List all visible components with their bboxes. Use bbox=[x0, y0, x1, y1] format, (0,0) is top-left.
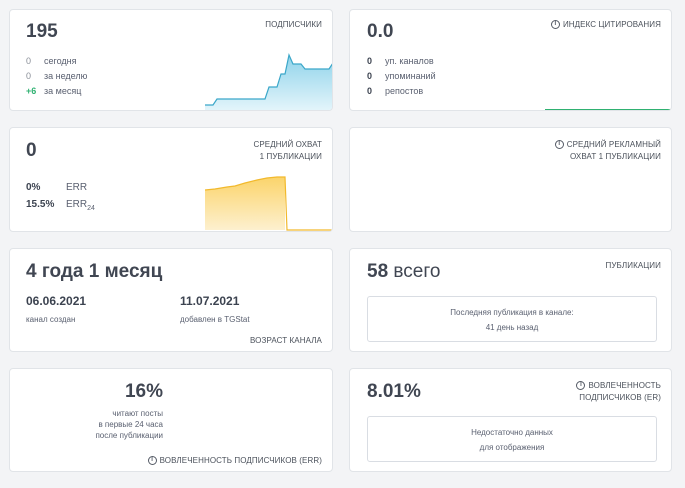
ad-reach-tag-line2: ОХВАТ 1 ПУБЛИКАЦИИ bbox=[569, 152, 661, 161]
er-empty-box: Недостаточно данных для отображения bbox=[367, 416, 657, 462]
subscribers-count: 195 bbox=[26, 21, 58, 42]
err-engagement-desc: читают посты в первые 24 часа после публ… bbox=[10, 408, 163, 441]
err24-value: 15.5% bbox=[26, 199, 55, 210]
created-label: канал создан bbox=[26, 315, 76, 324]
err-desc-line1: читают посты bbox=[112, 409, 163, 418]
subscribers-week-row: 0 за неделю bbox=[26, 71, 87, 81]
publications-count-number: 58 bbox=[367, 261, 389, 282]
channel-age-value: 4 года 1 месяц bbox=[26, 261, 163, 282]
citation-reposts-label: репостов bbox=[385, 86, 424, 96]
channel-age-tag: ВОЗРАСТ КАНАЛА bbox=[250, 336, 322, 345]
citation-mentions-value: 0 bbox=[367, 71, 373, 81]
er-engagement-card[interactable]: 8.01% i ВОВЛЕЧЕННОСТЬ ПОДПИСЧИКОВ (ER) Не… bbox=[349, 368, 672, 472]
err24-sub: 24 bbox=[87, 205, 95, 212]
citation-tag-text: ИНДЕКС ЦИТИРОВАНИЯ bbox=[562, 20, 661, 29]
reach-tag: СРЕДНИЙ ОХВАТ 1 ПУБЛИКАЦИИ bbox=[253, 139, 322, 163]
citation-mentions-row: 0 упоминаний bbox=[367, 71, 436, 81]
err-value: 0% bbox=[26, 182, 41, 193]
subscribers-sparkline bbox=[205, 53, 332, 110]
publications-card[interactable]: 58 всего ПУБЛИКАЦИИ Последняя публикация… bbox=[349, 248, 672, 352]
citation-channels-value: 0 bbox=[367, 56, 373, 66]
reach-value: 0 bbox=[26, 140, 37, 161]
citation-reposts-row: 0 репостов bbox=[367, 86, 423, 96]
err24-label: ERR bbox=[66, 199, 88, 210]
subscribers-today-row: 0 сегодня bbox=[26, 56, 77, 66]
ad-reach-tag-line1: СРЕДНИЙ РЕКЛАМНЫЙ bbox=[566, 140, 661, 149]
publications-count: 58 всего bbox=[367, 261, 440, 283]
subscribers-today-value: 0 bbox=[26, 56, 32, 66]
subscribers-month-value: +6 bbox=[26, 86, 37, 96]
citation-card[interactable]: 0.0 i ИНДЕКС ЦИТИРОВАНИЯ 0 уп. каналов 0 уп… bbox=[349, 9, 672, 111]
citation-line bbox=[545, 109, 671, 110]
last-publication-box: Последняя публикация в канале: 41 день н… bbox=[367, 296, 657, 342]
info-icon[interactable]: i bbox=[576, 381, 586, 391]
subscribers-card[interactable]: 195 ПОДПИСЧИКИ 0 сегодня 0 за неделю +6 за … bbox=[9, 9, 333, 111]
er-engagement-tag: i ВОВЛЕЧЕННОСТЬ ПОДПИСЧИКОВ (ER) bbox=[576, 380, 661, 404]
reach-tag-line2: 1 ПУБЛИКАЦИИ bbox=[259, 152, 322, 161]
reach-tag-line1: СРЕДНИЙ ОХВАТ bbox=[253, 140, 322, 149]
citation-channels-row: 0 уп. каналов bbox=[367, 56, 434, 66]
reach-area bbox=[205, 177, 285, 230]
info-icon[interactable]: i bbox=[147, 456, 157, 466]
publications-tag: ПУБЛИКАЦИИ bbox=[605, 261, 661, 270]
added-date: 11.07.2021 bbox=[180, 294, 240, 308]
err-engagement-tag-text: ВОВЛЕЧЕННОСТЬ ПОДПИСЧИКОВ (ERR) bbox=[159, 456, 322, 465]
last-publication-time: 41 день назад bbox=[485, 323, 539, 332]
er-tag-line2: ПОДПИСЧИКОВ (ER) bbox=[579, 393, 661, 402]
subscribers-tag: ПОДПИСЧИКИ bbox=[265, 20, 322, 29]
subscribers-week-value: 0 bbox=[26, 71, 32, 81]
err-desc-line3: после публикации bbox=[95, 431, 163, 440]
citation-mentions-label: упоминаний bbox=[385, 71, 436, 81]
er-empty-line2: для отображения bbox=[479, 443, 545, 452]
ad-reach-card[interactable]: i СРЕДНИЙ РЕКЛАМНЫЙ ОХВАТ 1 ПУБЛИКАЦИИ bbox=[349, 127, 672, 232]
citation-index-value: 0.0 bbox=[367, 21, 394, 42]
citation-channels-label: уп. каналов bbox=[385, 56, 434, 66]
subscribers-area bbox=[205, 55, 332, 110]
channel-age-card[interactable]: 4 года 1 месяц 06.06.2021 канал создан 1… bbox=[9, 248, 333, 352]
subscribers-today-label: сегодня bbox=[44, 56, 77, 66]
err-engagement-card[interactable]: 16% читают посты в первые 24 часа после … bbox=[9, 368, 333, 472]
last-publication-text: Последняя публикация в канале: bbox=[450, 308, 574, 317]
err-engagement-value: 16% bbox=[124, 381, 163, 402]
created-date: 06.06.2021 bbox=[26, 294, 87, 308]
er-engagement-value: 8.01% bbox=[367, 381, 421, 402]
err-label: ERR bbox=[66, 182, 88, 193]
citation-tag: i ИНДЕКС ЦИТИРОВАНИЯ bbox=[550, 19, 661, 31]
reach-chart bbox=[205, 176, 332, 231]
err-engagement-tag: i ВОВЛЕЧЕННОСТЬ ПОДПИСЧИКОВ (ERR) bbox=[147, 455, 322, 467]
citation-reposts-value: 0 bbox=[367, 86, 373, 96]
info-icon[interactable]: i bbox=[554, 140, 564, 150]
subscribers-week-label: за неделю bbox=[44, 71, 88, 81]
err-row: 0% ERR bbox=[26, 182, 87, 193]
added-label: добавлен в TGStat bbox=[180, 315, 250, 324]
reach-card[interactable]: 0 СРЕДНИЙ ОХВАТ 1 ПУБЛИКАЦИИ 0% ERR 15.5%… bbox=[9, 127, 333, 232]
subscribers-month-row: +6 за месяц bbox=[26, 86, 81, 96]
ad-reach-tag: i СРЕДНИЙ РЕКЛАМНЫЙ ОХВАТ 1 ПУБЛИКАЦИИ bbox=[554, 139, 661, 163]
publications-count-suffix: всего bbox=[393, 261, 441, 282]
er-tag-line1: ВОВЛЕЧЕННОСТЬ bbox=[588, 381, 661, 390]
err-desc-line2: в первые 24 часа bbox=[98, 420, 163, 429]
subscribers-month-label: за месяц bbox=[44, 86, 82, 96]
er-empty-line1: Недостаточно данных bbox=[471, 428, 553, 437]
info-icon[interactable]: i bbox=[550, 20, 560, 30]
err24-row: 15.5% ERR24 bbox=[26, 199, 95, 212]
